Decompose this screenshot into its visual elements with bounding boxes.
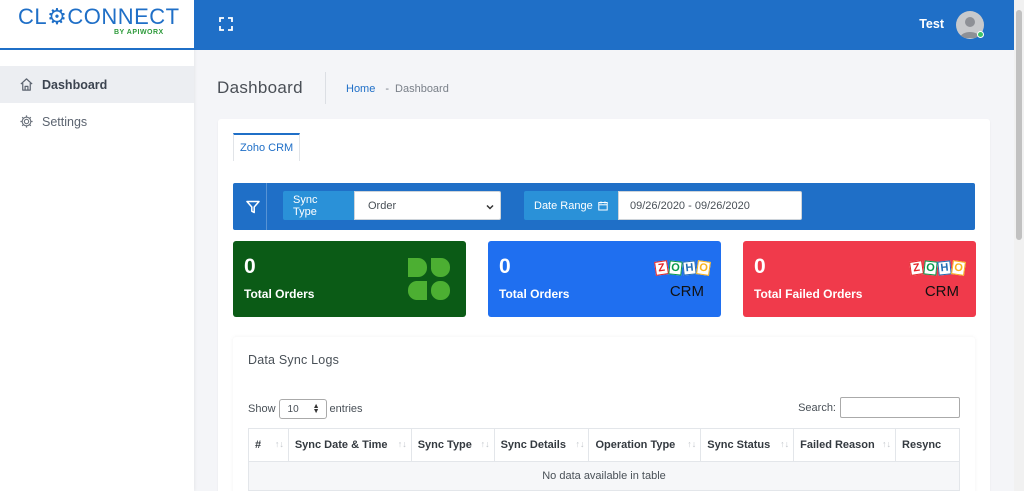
- date-range-input[interactable]: 09/26/2020 - 09/26/2020: [618, 191, 802, 220]
- crm-brand-text: CRM: [924, 283, 959, 300]
- scrollbar-thumb[interactable]: [1016, 10, 1022, 240]
- column-label: Sync Status: [707, 439, 771, 451]
- clover-logo-icon: [406, 256, 452, 302]
- show-label: Show: [248, 403, 276, 415]
- zoho-letter: O: [696, 260, 711, 276]
- filter-divider: [266, 183, 267, 230]
- sidebar-item-settings[interactable]: Settings: [0, 103, 194, 140]
- column-label: #: [255, 439, 262, 451]
- search-input[interactable]: [840, 397, 960, 418]
- sync-type-label: Sync Type: [283, 191, 354, 220]
- stat-label: Total Orders: [244, 287, 315, 301]
- zoho-letter: O: [668, 260, 683, 276]
- table-search: Search:: [798, 397, 960, 418]
- show-entries: Show 10 ▲ ▼ entries: [248, 399, 363, 419]
- zoho-letter: O: [951, 260, 966, 276]
- zoho-letter: Z: [654, 260, 669, 276]
- column-label: Resync: [902, 439, 942, 451]
- entries-value: 10: [287, 403, 299, 415]
- date-range-label-text: Date Range: [534, 199, 593, 212]
- calendar-icon: [598, 201, 608, 211]
- sidebar-item-label: Dashboard: [42, 77, 108, 92]
- column-header[interactable]: Sync Status ↑↓: [700, 428, 795, 462]
- data-sync-logs-card: Data Sync Logs Show 10 ▲ ▼ entries Search…: [233, 337, 975, 491]
- column-header[interactable]: Sync Date & Time ↑↓: [287, 428, 412, 462]
- entries-select[interactable]: 10 ▲ ▼: [278, 399, 327, 419]
- empty-table-message: No data available in table: [248, 461, 960, 491]
- sort-icon: ↑↓: [575, 439, 585, 449]
- zoho-letter: H: [937, 260, 952, 276]
- sort-icon: ↑↓: [480, 439, 490, 449]
- logo-main-text: CL⚙CONNECT: [18, 4, 180, 29]
- column-header[interactable]: Sync Type ↑↓: [410, 428, 495, 462]
- title-divider: [325, 72, 326, 104]
- entries-label: entries: [329, 403, 363, 415]
- stat-card-zoho-orders[interactable]: 0 Total Orders ZOHO CRM: [488, 241, 721, 317]
- breadcrumb-home-link[interactable]: Home: [346, 83, 375, 95]
- sort-icon: ↑↓: [397, 439, 407, 449]
- logo-sub-text: BY APIWORX: [114, 29, 164, 36]
- sidebar-item-label: Settings: [42, 114, 88, 129]
- column-label: Sync Details: [500, 439, 566, 451]
- column-label: Sync Type: [417, 439, 472, 451]
- search-label: Search:: [798, 401, 836, 414]
- breadcrumb: Home - Dashboard: [346, 83, 449, 95]
- main-card: Zoho CRM Sync Type Order Date Range 09/2…: [218, 119, 990, 491]
- column-label: Operation Type: [595, 439, 676, 451]
- zoho-letter: O: [923, 260, 938, 276]
- stat-label: Total Failed Orders: [754, 287, 863, 301]
- sync-type-value: Order: [368, 199, 397, 212]
- fullscreen-icon[interactable]: [218, 16, 234, 32]
- gear-icon: [18, 114, 34, 130]
- page-scrollbar[interactable]: [1014, 0, 1024, 491]
- sync-type-select[interactable]: Order: [354, 191, 501, 220]
- sort-icon: ↑↓: [687, 439, 697, 449]
- zoho-letter: Z: [909, 260, 924, 276]
- top-navbar: Test: [194, 0, 1014, 50]
- select-arrows-icon: ▲ ▼: [312, 403, 320, 415]
- sidebar-item-dashboard[interactable]: Dashboard: [0, 66, 194, 103]
- zoho-letter: H: [682, 260, 697, 276]
- breadcrumb-current: Dashboard: [395, 83, 449, 95]
- stat-value: 0: [754, 255, 766, 278]
- column-header[interactable]: # ↑↓: [248, 428, 289, 462]
- zoho-logo-icon: ZOHO: [654, 260, 711, 279]
- sort-icon: ↑↓: [882, 439, 892, 449]
- sort-icon: ↑↓: [780, 439, 790, 449]
- page-title: Dashboard: [217, 78, 303, 97]
- table-row: No data available in table: [248, 461, 960, 491]
- column-header[interactable]: Sync Details ↑↓: [493, 428, 590, 462]
- column-label: Sync Date & Time: [294, 439, 388, 451]
- chevron-down-icon: [486, 202, 494, 210]
- stat-value: 0: [244, 255, 256, 278]
- column-header[interactable]: Failed Reason ↑↓: [793, 428, 897, 462]
- online-status-dot: [977, 31, 984, 38]
- sidebar: CL⚙CONNECT BY APIWORX Dashboard Settings: [0, 0, 194, 491]
- tab-zoho-crm[interactable]: Zoho CRM: [233, 133, 301, 161]
- app-logo[interactable]: CL⚙CONNECT BY APIWORX: [0, 0, 194, 50]
- column-header[interactable]: Operation Type ↑↓: [588, 428, 702, 462]
- date-range-label: Date Range: [524, 191, 618, 220]
- filter-icon[interactable]: [246, 200, 260, 214]
- logs-title: Data Sync Logs: [248, 353, 340, 367]
- column-label: Failed Reason: [800, 439, 875, 451]
- breadcrumb-separator: -: [385, 83, 390, 95]
- stat-value: 0: [499, 255, 511, 278]
- stat-label: Total Orders: [499, 287, 570, 301]
- user-name[interactable]: Test: [919, 17, 944, 31]
- column-header[interactable]: Resync: [895, 428, 960, 462]
- home-icon: [18, 77, 34, 93]
- filter-bar: Sync Type Order Date Range 09/26/2020 - …: [233, 183, 975, 230]
- stat-card-clover-orders[interactable]: 0 Total Orders: [233, 241, 466, 317]
- stat-card-failed-orders[interactable]: 0 Total Failed Orders ZOHO CRM: [743, 241, 976, 317]
- sync-logs-table: # ↑↓ Sync Date & Time ↑↓ Sync Type ↑↓ Sync …: [248, 428, 960, 491]
- crm-brand-text: CRM: [669, 283, 704, 300]
- table-header-row: # ↑↓ Sync Date & Time ↑↓ Sync Type ↑↓ Sync …: [248, 428, 960, 462]
- zoho-logo-icon: ZOHO: [909, 260, 966, 279]
- sidebar-nav: Dashboard Settings: [0, 66, 194, 140]
- sort-icon: ↑↓: [274, 439, 284, 449]
